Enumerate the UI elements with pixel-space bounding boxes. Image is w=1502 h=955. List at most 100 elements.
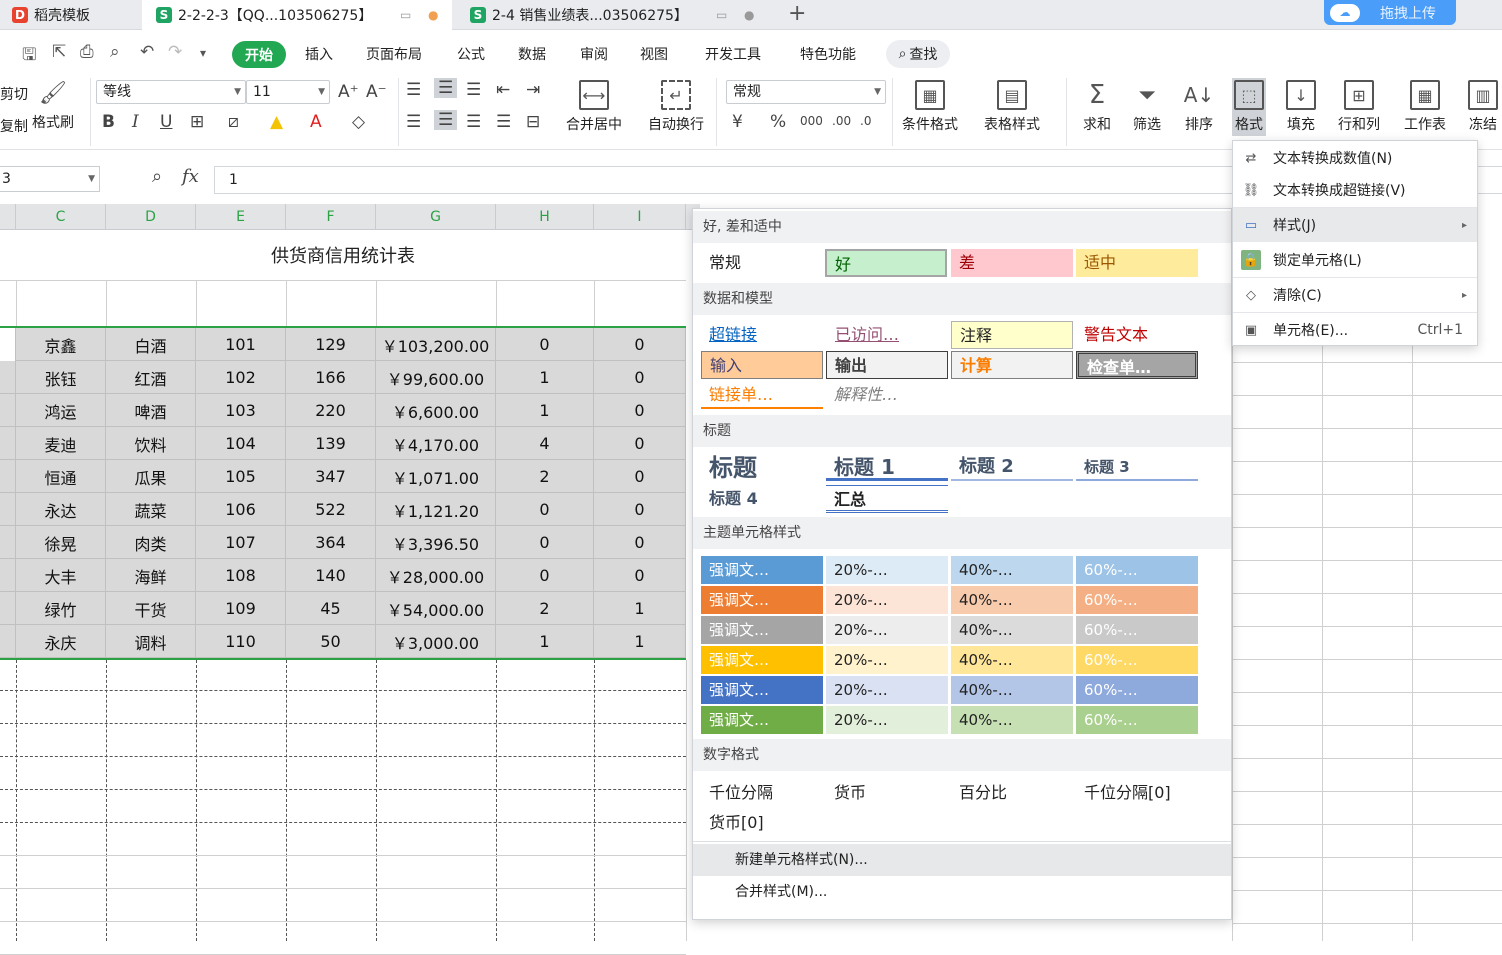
theme-style-swatch[interactable]: 强调文…	[701, 616, 823, 644]
tab-developer[interactable]: 开发工具	[705, 44, 761, 64]
table-cell[interactable]	[0, 460, 16, 493]
tab-formulas[interactable]: 公式	[457, 44, 485, 64]
table-cell[interactable]: 鸿运	[16, 394, 106, 427]
column-header[interactable]: E	[196, 204, 286, 230]
style-linked-cell[interactable]: 链接单…	[701, 381, 823, 409]
table-cell[interactable]: 522	[286, 493, 376, 526]
style-heading-3[interactable]: 标题 3	[1076, 453, 1198, 481]
format-painter-button[interactable]: 🖌 格式刷	[32, 78, 74, 132]
table-cell[interactable]: 101	[196, 328, 286, 361]
add-tab-button[interactable]: +	[788, 2, 806, 26]
merge-styles-button[interactable]: 合并样式(M)...	[693, 876, 1231, 908]
menu-item-text-to-hyperlink[interactable]: ⛓ 文本转换成超链接(V)	[1233, 173, 1477, 207]
table-cell[interactable]: 110	[196, 625, 286, 658]
column-header-b[interactable]	[0, 204, 16, 230]
new-cell-style-button[interactable]: 新建单元格样式(N)...	[693, 844, 1231, 876]
conditional-format-button[interactable]: ▦ 条件格式	[902, 80, 958, 134]
zoom-search-icon[interactable]: ⌕	[152, 166, 162, 187]
table-cell[interactable]: 166	[286, 361, 376, 394]
cell-style-icon[interactable]: ⧄	[228, 112, 239, 132]
table-cell[interactable]: 364	[286, 526, 376, 559]
table-cell[interactable]: ￥3,000.00	[376, 625, 496, 658]
table-cell[interactable]: ￥1,121.20	[376, 493, 496, 526]
table-cell[interactable]: 4	[496, 427, 594, 460]
table-cell[interactable]	[0, 526, 16, 559]
indent-increase-icon[interactable]: ⇥	[526, 80, 540, 100]
table-style-button[interactable]: ▤ 表格样式	[984, 80, 1040, 134]
font-size-select[interactable]: 11 ▼	[246, 80, 330, 104]
align-bottom-icon[interactable]: ☰	[466, 80, 481, 100]
table-cell[interactable]: 220	[286, 394, 376, 427]
fill-color-icon[interactable]: ▲	[270, 112, 283, 132]
table-cell[interactable]	[0, 427, 16, 460]
style-explanatory[interactable]: 解释性…	[826, 381, 948, 409]
format-button[interactable]: ⬚ 格式	[1232, 78, 1266, 136]
style-heading-4[interactable]: 标题 4	[701, 485, 823, 513]
sheet-title-cell[interactable]: 供货商信用统计表	[0, 230, 686, 280]
style-bad[interactable]: 差	[951, 249, 1073, 277]
style-warning-text[interactable]: 警告文本	[1076, 321, 1198, 349]
align-middle-icon[interactable]: ☰	[434, 78, 458, 98]
table-cell[interactable]: 0	[496, 559, 594, 592]
thousands-icon[interactable]: 000	[800, 114, 823, 128]
menu-item-text-to-number[interactable]: ⇄ 文本转换成数值(N)	[1233, 141, 1477, 175]
tab-workbook-active[interactable]: S 2-2-2-3【QQ...103506275】 ▭ ●	[142, 0, 452, 30]
table-cell[interactable]: 徐晃	[16, 526, 106, 559]
currency-icon[interactable]: ¥	[732, 112, 743, 132]
table-cell[interactable]	[0, 592, 16, 625]
table-cell[interactable]: 0	[594, 328, 686, 361]
table-cell[interactable]: 109	[196, 592, 286, 625]
table-cell[interactable]: 1	[496, 361, 594, 394]
freeze-button[interactable]: ▥ 冻结	[1468, 80, 1498, 134]
menu-item-style[interactable]: ▭ 样式(J) ▸	[1233, 208, 1477, 242]
column-header[interactable]: I	[594, 204, 686, 230]
table-cell[interactable]: 1	[594, 592, 686, 625]
table-cell[interactable]	[0, 559, 16, 592]
indent-decrease-icon[interactable]: ⇤	[496, 80, 510, 100]
font-color-icon[interactable]: A	[310, 112, 322, 132]
style-note[interactable]: 注释	[951, 321, 1073, 349]
style-currency[interactable]: 货币	[826, 779, 946, 807]
table-cell[interactable]: ￥28,000.00	[376, 559, 496, 592]
fill-button[interactable]: ↓ 填充	[1286, 80, 1316, 134]
table-cell[interactable]: 1	[594, 625, 686, 658]
table-cell[interactable]: ￥99,600.00	[376, 361, 496, 394]
column-header[interactable]: F	[286, 204, 376, 230]
column-header[interactable]: D	[106, 204, 196, 230]
drag-upload-button[interactable]: ☁ 拖拽上传	[1324, 0, 1456, 25]
table-cell[interactable]: 2	[496, 592, 594, 625]
theme-style-swatch[interactable]: 60%-…	[1076, 556, 1198, 584]
wrap-text-button[interactable]: ↵ 自动换行	[648, 80, 704, 134]
table-cell[interactable]: 0	[594, 394, 686, 427]
table-cell[interactable]	[0, 328, 16, 361]
theme-style-swatch[interactable]: 40%-…	[951, 616, 1073, 644]
justify-icon[interactable]: ☰	[496, 112, 511, 132]
tab-workbook-sales[interactable]: S 2-4 销售业绩表...03506275】 ▭ ●	[458, 0, 768, 30]
filter-button[interactable]: ⏷ 筛选	[1132, 80, 1162, 134]
theme-style-swatch[interactable]: 40%-…	[951, 586, 1073, 614]
table-cell[interactable]: ￥54,000.00	[376, 592, 496, 625]
table-cell[interactable]	[0, 361, 16, 394]
merge-center-button[interactable]: ⟷ 合并居中	[566, 80, 622, 134]
theme-style-swatch[interactable]: 20%-…	[826, 586, 948, 614]
underline-icon[interactable]: U	[160, 112, 172, 132]
table-cell[interactable]: 108	[196, 559, 286, 592]
align-left-icon[interactable]: ☰	[406, 112, 421, 132]
save-icon[interactable]: 🖫	[22, 42, 36, 71]
theme-style-swatch[interactable]: 60%-…	[1076, 616, 1198, 644]
theme-style-swatch[interactable]: 40%-…	[951, 676, 1073, 704]
column-header[interactable]: H	[496, 204, 594, 230]
table-cell[interactable]: 麦迪	[16, 427, 106, 460]
style-comma-0[interactable]: 千位分隔[0]	[1076, 779, 1216, 807]
theme-style-swatch[interactable]: 强调文…	[701, 706, 823, 734]
search-button[interactable]: ⌕ 查找	[886, 40, 950, 68]
table-cell[interactable]: ￥4,170.00	[376, 427, 496, 460]
customize-chevron-icon[interactable]: ▾	[200, 46, 206, 60]
table-cell[interactable]: 白酒	[106, 328, 196, 361]
tab-view[interactable]: 视图	[640, 44, 668, 64]
align-right-icon[interactable]: ☰	[466, 112, 481, 132]
table-cell[interactable]: 0	[594, 559, 686, 592]
table-cell[interactable]: 104	[196, 427, 286, 460]
table-cell[interactable]: ￥1,071.00	[376, 460, 496, 493]
increase-font-icon[interactable]: A⁺	[338, 82, 359, 102]
